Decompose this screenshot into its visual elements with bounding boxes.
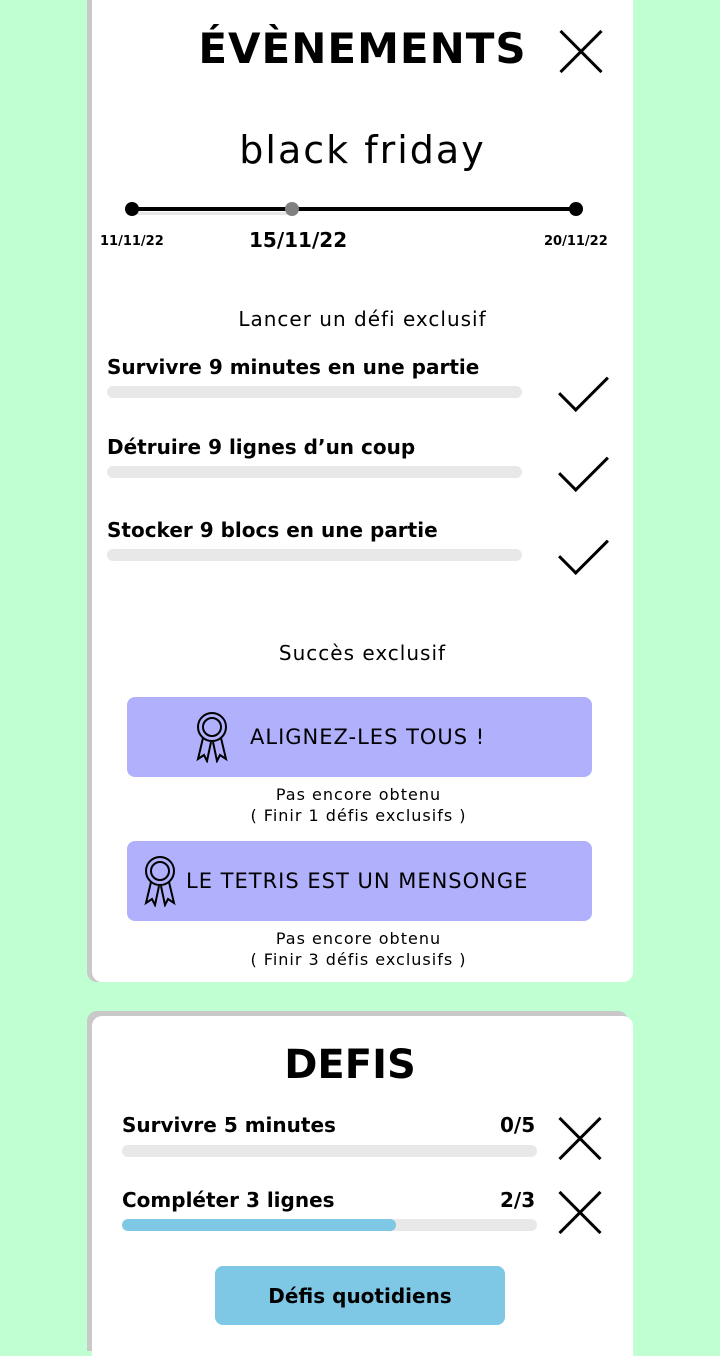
check-icon xyxy=(558,441,609,492)
ribbon-medal-icon xyxy=(194,711,230,767)
events-title: ÉVÈNEMENTS xyxy=(198,24,527,73)
defi-progress-fill xyxy=(122,1219,396,1231)
ribbon-medal-icon xyxy=(142,855,178,911)
achievement-button[interactable]: LE TETRIS EST UN MENSONGE xyxy=(127,841,592,921)
check-icon xyxy=(558,524,609,575)
defi-progress-bar xyxy=(122,1145,537,1157)
timeline-end-date: 20/11/22 xyxy=(544,234,608,249)
timeline-end-dot xyxy=(569,202,583,216)
achievement-requirement: ( Finir 1 défis exclusifs ) xyxy=(250,806,467,825)
check-icon xyxy=(558,361,609,412)
challenge-progress-bar xyxy=(107,466,522,478)
timeline-current-dot xyxy=(285,202,299,216)
daily-challenges-button[interactable]: Défis quotidiens xyxy=(215,1266,505,1325)
event-name: black friday xyxy=(239,128,486,172)
close-icon[interactable] xyxy=(559,1191,601,1233)
achievements-heading: Succès exclusif xyxy=(278,641,447,665)
challenge-progress-bar xyxy=(107,549,522,561)
achievement-requirement: ( Finir 3 défis exclusifs ) xyxy=(250,950,467,969)
timeline-start-dot xyxy=(125,202,139,216)
defi-count: 2/3 xyxy=(500,1188,536,1212)
achievement-status: Pas encore obtenu ( Finir 1 défis exclus… xyxy=(92,784,625,826)
timeline-track xyxy=(132,207,576,211)
timeline-progress xyxy=(132,212,292,215)
challenges-heading: Lancer un défi exclusif xyxy=(238,307,487,331)
defis-title: DEFIS xyxy=(284,1042,416,1088)
achievement-label: LE TETRIS EST UN MENSONGE xyxy=(186,869,529,893)
events-panel: ÉVÈNEMENTS black friday 11/11/22 15/11/2… xyxy=(92,0,633,982)
defi-progress-bar xyxy=(122,1219,537,1231)
challenge-label: Détruire 9 lignes d’un coup xyxy=(107,435,416,459)
achievement-status-text: Pas encore obtenu xyxy=(275,785,442,804)
timeline-current-date: 15/11/22 xyxy=(249,228,348,252)
defi-label: Survivre 5 minutes xyxy=(122,1113,336,1137)
timeline-start-date: 11/11/22 xyxy=(100,234,164,249)
challenge-progress-bar xyxy=(107,386,522,398)
challenge-label: Survivre 9 minutes en une partie xyxy=(107,355,480,379)
achievement-label: ALIGNEZ-LES TOUS ! xyxy=(250,725,486,749)
defi-label: Compléter 3 lignes xyxy=(122,1188,335,1212)
defi-count: 0/5 xyxy=(500,1113,536,1137)
challenge-label: Stocker 9 blocs en une partie xyxy=(107,518,438,542)
achievement-status: Pas encore obtenu ( Finir 3 défis exclus… xyxy=(92,928,625,970)
achievement-button[interactable]: ALIGNEZ-LES TOUS ! xyxy=(127,697,592,777)
defis-panel: DEFIS Survivre 5 minutes 0/5 Compléter 3… xyxy=(92,1016,633,1356)
close-icon[interactable] xyxy=(560,30,602,72)
close-icon[interactable] xyxy=(559,1117,601,1159)
achievement-status-text: Pas encore obtenu xyxy=(275,929,442,948)
